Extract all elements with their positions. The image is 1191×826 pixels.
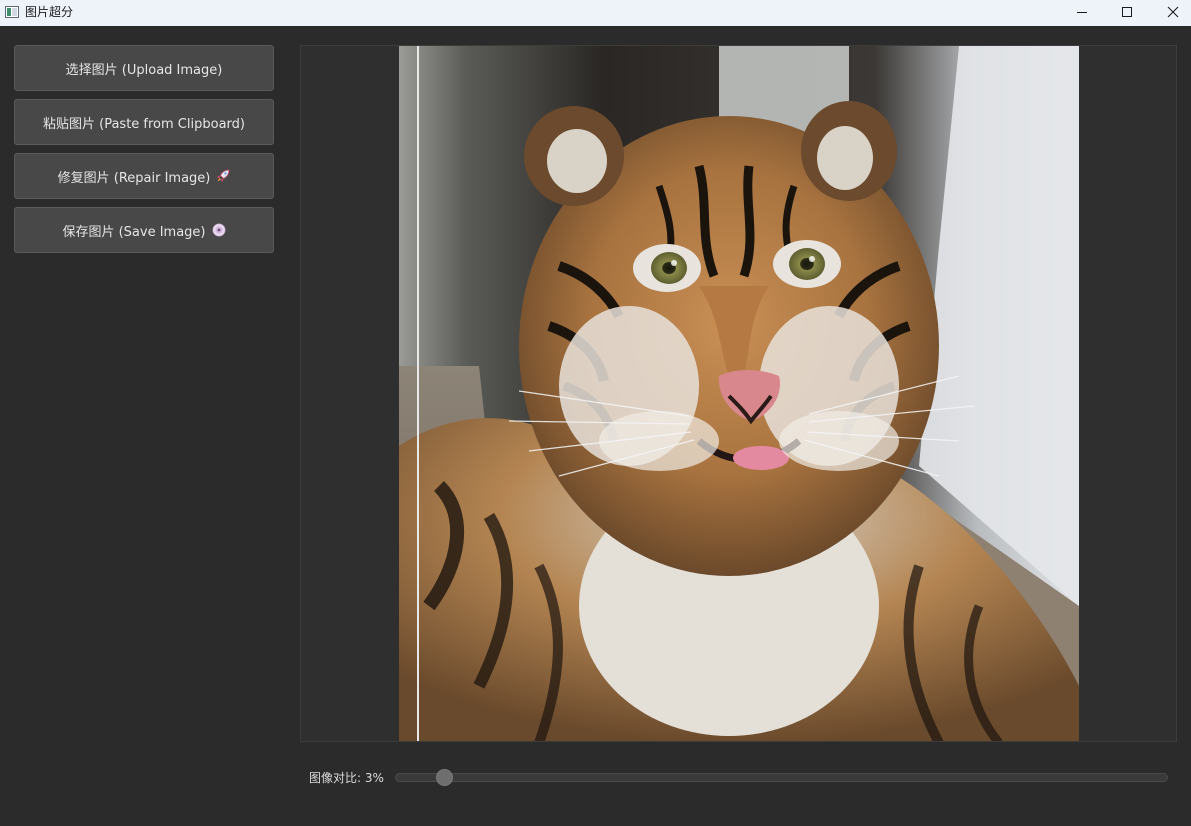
paste-clipboard-label: 粘贴图片 (Paste from Clipboard) xyxy=(43,116,245,132)
comparison-divider[interactable] xyxy=(417,46,419,741)
app-icon xyxy=(5,5,19,19)
comparison-slider-thumb[interactable] xyxy=(436,769,453,786)
window-title: 图片超分 xyxy=(25,5,74,19)
app-window: 图片超分 选择图片 (Upload Image) 粘贴图片 (Paste fro… xyxy=(0,0,1191,826)
save-image-label: 保存图片 (Save Image) xyxy=(62,224,206,240)
title-bar[interactable]: 图片超分 xyxy=(0,0,1191,26)
disc-icon xyxy=(212,223,226,237)
tiger-photo xyxy=(399,46,1079,741)
repair-image-label: 修复图片 (Repair Image) xyxy=(57,170,211,186)
comparison-slider-track[interactable] xyxy=(395,773,1168,782)
paste-clipboard-button[interactable]: 粘贴图片 (Paste from Clipboard) xyxy=(14,99,274,145)
minimize-button[interactable] xyxy=(1059,0,1105,24)
maximize-button[interactable] xyxy=(1104,0,1150,24)
close-icon xyxy=(1167,6,1179,18)
save-image-button[interactable]: 保存图片 (Save Image) xyxy=(14,207,274,253)
close-button[interactable] xyxy=(1150,0,1191,24)
upload-image-button[interactable]: 选择图片 (Upload Image) xyxy=(14,45,274,91)
repair-image-button[interactable]: 修复图片 (Repair Image) xyxy=(14,153,274,199)
image-viewer[interactable] xyxy=(300,45,1177,742)
maximize-icon xyxy=(1121,6,1132,17)
rocket-icon xyxy=(216,169,230,183)
comparison-slider-label: 图像对比: 3% xyxy=(309,771,384,785)
upload-image-label: 选择图片 (Upload Image) xyxy=(65,62,223,78)
minimize-icon xyxy=(1076,11,1087,13)
